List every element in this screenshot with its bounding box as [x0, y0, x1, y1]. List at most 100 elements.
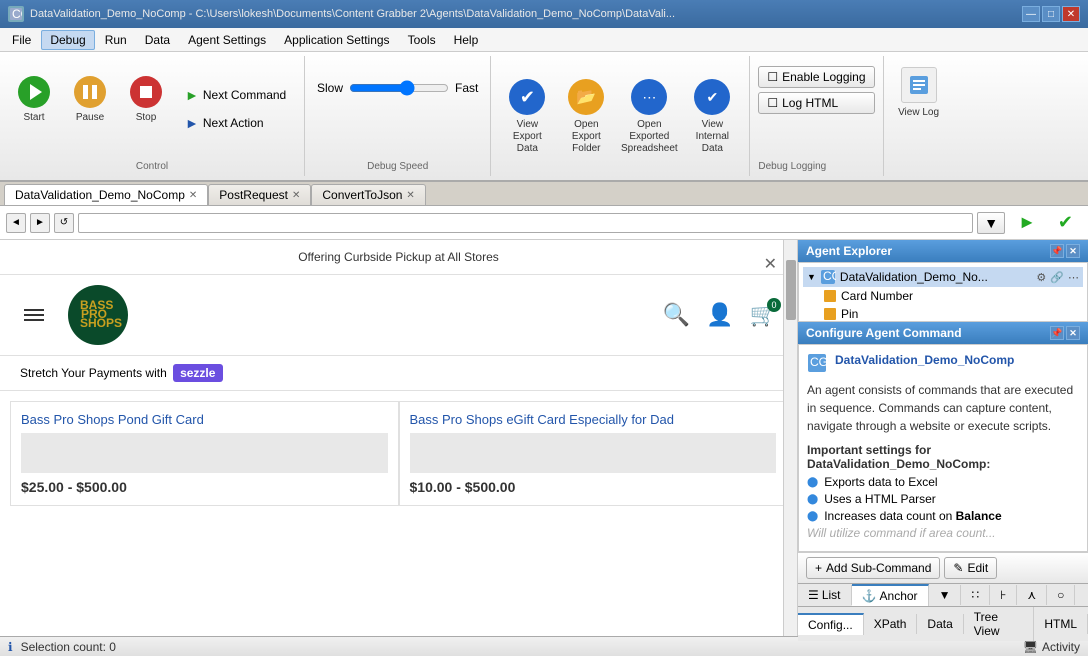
debug-logging-label: Debug Logging — [758, 157, 874, 172]
config-more-text: Will utilize command if area count... — [807, 526, 996, 540]
menu-run[interactable]: Run — [97, 31, 135, 49]
tab-close-converttojson[interactable]: ✕ — [406, 190, 414, 201]
right-tab-xpath-label: XPath — [874, 617, 907, 631]
log-html-button[interactable]: ☐ Log HTML — [758, 92, 874, 114]
browser-content: Offering Curbside Pickup at All Stores ✕… — [0, 240, 797, 636]
start-button[interactable]: Start — [8, 69, 60, 149]
stop-icon — [130, 76, 162, 108]
product-item-0[interactable]: Bass Pro Shops Pond Gift Card $25.00 - $… — [10, 401, 399, 506]
agent-icon-0: CG — [820, 269, 836, 285]
tab-postrequest[interactable]: PostRequest ✕ — [208, 184, 311, 205]
user-icon[interactable]: 👤 — [706, 302, 733, 328]
url-input[interactable]: https://www.basspro.com/shop/en/gift-car… — [78, 213, 973, 233]
products-grid: Bass Pro Shops Pond Gift Card $25.00 - $… — [0, 391, 797, 516]
menu-data[interactable]: Data — [137, 31, 178, 49]
tab-datvalidation[interactable]: DataValidation_Demo_NoComp ✕ — [4, 184, 208, 205]
main-area: Offering Curbside Pickup at All Stores ✕… — [0, 240, 1088, 636]
view-export-data-button[interactable]: ✔ View ExportData — [499, 72, 555, 160]
view-log-section: View Log — [884, 56, 954, 176]
right-tab-treeview[interactable]: Tree View — [964, 607, 1035, 641]
menu-file[interactable]: File — [4, 31, 39, 49]
open-exported-spreadsheet-button[interactable]: ⋯ Open ExportedSpreadsheet — [617, 72, 681, 160]
agent-tree-item-2[interactable]: Pin — [803, 305, 1083, 323]
menu-application-settings[interactable]: Application Settings — [276, 31, 397, 49]
config-item-text-1: Uses a HTML Parser — [824, 492, 936, 506]
config-bullet-2: ⬤ — [807, 511, 818, 522]
tab-list[interactable]: ☰ List — [798, 585, 852, 605]
tab-converttojson[interactable]: ConvertToJson ✕ — [311, 184, 425, 205]
pause-button[interactable]: Pause — [64, 69, 116, 149]
notification-close-button[interactable]: ✕ — [764, 254, 777, 274]
restore-button[interactable]: □ — [1042, 6, 1060, 22]
configure-panel-pin-button[interactable]: 📌 — [1050, 326, 1064, 340]
view-export-data-icon: ✔ — [509, 79, 545, 115]
ham-line-2 — [24, 314, 44, 316]
add-sub-command-button[interactable]: + Add Sub-Command — [806, 557, 940, 579]
cart-icon[interactable]: 🛒 0 — [750, 302, 777, 328]
config-command-icon: CG — [807, 353, 827, 373]
edit-button[interactable]: ✎ Edit — [944, 557, 997, 579]
open-export-folder-button[interactable]: 📂 Open ExportFolder — [557, 72, 615, 160]
debug-speed-section: Slow Fast Debug Speed — [305, 56, 491, 176]
agent-explorer-pin-button[interactable]: 📌 — [1050, 244, 1064, 258]
debug-logging-section: ☐ Enable Logging ☐ Log HTML Debug Loggin… — [750, 56, 883, 176]
menu-debug[interactable]: Debug — [41, 30, 94, 50]
agent-tree-item-1[interactable]: Card Number — [803, 287, 1083, 305]
nav-back-button[interactable]: ◄ — [6, 213, 26, 233]
search-icon[interactable]: 🔍 — [663, 302, 690, 328]
config-settings-title: Important settings for DataValidation_De… — [807, 443, 1079, 471]
tab-close-datavalidation[interactable]: ✕ — [189, 190, 197, 201]
right-tab-data[interactable]: Data — [917, 614, 963, 634]
agent-settings-icon[interactable]: ⚙ — [1036, 271, 1046, 284]
agent-explorer-close-button[interactable]: ✕ — [1066, 244, 1080, 258]
config-bullet-0: ⬤ — [807, 477, 818, 488]
menu-tools[interactable]: Tools — [400, 31, 444, 49]
agent-explorer-title: Agent Explorer — [806, 244, 892, 258]
next-action-button[interactable]: ► Next Action — [176, 111, 296, 135]
browser-scrollbar[interactable] — [783, 240, 797, 636]
stop-button[interactable]: Stop — [120, 69, 172, 149]
configure-panel-controls: 📌 ✕ — [1050, 326, 1080, 340]
nav-forward-button[interactable]: ► — [30, 213, 50, 233]
speed-slider[interactable] — [349, 80, 449, 96]
menu-help[interactable]: Help — [446, 31, 487, 49]
right-tab-xpath[interactable]: XPath — [864, 614, 918, 634]
next-action-icon: ► — [185, 115, 199, 131]
agent-more-icon[interactable]: ⋯ — [1068, 271, 1079, 284]
right-tab-config[interactable]: Config... — [798, 613, 864, 635]
config-item-0: ⬤ Exports data to Excel — [807, 475, 1079, 489]
agent-label-1: Card Number — [841, 289, 913, 303]
tab-close-postrequest[interactable]: ✕ — [292, 190, 300, 201]
nav-refresh-button[interactable]: ↺ — [54, 213, 74, 233]
right-tab-html-label: HTML — [1044, 617, 1077, 631]
enable-logging-label: Enable Logging — [782, 70, 865, 84]
agent-link-icon[interactable]: 🔗 — [1050, 271, 1064, 284]
tab-icon-4[interactable]: ○ — [1047, 585, 1075, 605]
configure-panel-close-button[interactable]: ✕ — [1066, 326, 1080, 340]
close-button[interactable]: ✕ — [1062, 6, 1080, 22]
minimize-button[interactable]: ― — [1022, 6, 1040, 22]
right-tab-html[interactable]: HTML — [1034, 614, 1088, 634]
menu-agent-settings[interactable]: Agent Settings — [180, 31, 274, 49]
circle-icon: ○ — [1057, 588, 1064, 602]
agent-tree-item-0[interactable]: ▼ CG DataValidation_Demo_No... ⚙ 🔗 ⋯ — [803, 267, 1083, 287]
nav-run-button[interactable]: ► — [1009, 209, 1045, 236]
right-panel: Agent Explorer 📌 ✕ ▼ CG DataValidation_D… — [798, 240, 1088, 636]
tab-filter[interactable]: ▼ — [929, 585, 962, 605]
next-command-button[interactable]: ► Next Command — [176, 83, 296, 107]
hamburger-menu[interactable] — [20, 305, 48, 325]
edit-icon: ✎ — [953, 561, 963, 575]
view-log-button[interactable]: View Log — [893, 60, 945, 140]
tab-icon-2[interactable]: ⊦ — [990, 585, 1017, 605]
tab-anchor[interactable]: ⚓ Anchor — [852, 584, 929, 606]
product-item-1[interactable]: Bass Pro Shops eGift Card Especially for… — [399, 401, 788, 506]
enable-logging-button[interactable]: ☐ Enable Logging — [758, 66, 874, 88]
nav-confirm-button[interactable]: ✔ — [1049, 209, 1082, 236]
nav-dropdown-button[interactable]: ▼ — [977, 212, 1005, 234]
view-internal-data-button[interactable]: ✔ View InternalData — [683, 72, 741, 160]
tab-datvalidation-label: DataValidation_Demo_NoComp — [15, 188, 185, 202]
browser-pane: Offering Curbside Pickup at All Stores ✕… — [0, 240, 798, 636]
scroll-thumb — [786, 260, 796, 320]
tab-icon-1[interactable]: ∷ — [961, 585, 990, 605]
tab-icon-3[interactable]: ⋏ — [1017, 585, 1047, 605]
